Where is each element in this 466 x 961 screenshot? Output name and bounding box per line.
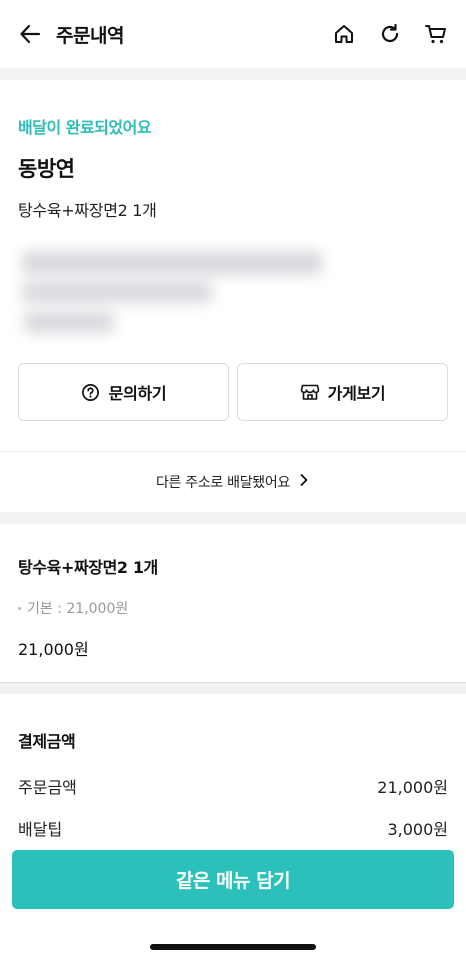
view-store-button-label: 가게보기 bbox=[327, 384, 386, 403]
menu-option-text: 기본 : 21,000원 bbox=[27, 601, 129, 617]
view-store-button[interactable]: 가게보기 bbox=[237, 363, 448, 421]
delivery-status-text: 배달이 완료되었어요 bbox=[18, 118, 152, 137]
menu-item-price: 21,000원 bbox=[18, 640, 89, 659]
header-actions bbox=[332, 22, 448, 46]
payment-row: 주문금액 21,000원 bbox=[18, 774, 448, 798]
question-circle-icon bbox=[81, 382, 101, 402]
cart-icon[interactable] bbox=[424, 22, 448, 46]
section-divider bbox=[0, 683, 466, 694]
inquiry-button[interactable]: 문의하기 bbox=[18, 363, 229, 421]
redacted-order-details bbox=[18, 245, 448, 341]
ordered-menu-section: 탕수육+짜장면2 1개 기본 : 21,000원 21,000원 bbox=[0, 524, 466, 662]
payment-row-value: 21,000원 bbox=[377, 778, 448, 797]
wrong-address-label: 다른 주소로 배달됐어요 bbox=[155, 475, 291, 491]
section-divider bbox=[0, 512, 466, 524]
refresh-icon[interactable] bbox=[378, 22, 402, 46]
order-status-section: 배달이 완료되었어요 동방연 탕수육+짜장면2 1개 bbox=[0, 80, 466, 341]
menu-item-title: 탕수육+짜장면2 1개 bbox=[18, 558, 158, 577]
store-icon bbox=[300, 382, 320, 402]
order-summary: 탕수육+짜장면2 1개 bbox=[18, 201, 157, 220]
payment-row-label: 배달팁 bbox=[18, 820, 63, 839]
action-buttons: 문의하기 가게보기 bbox=[0, 363, 466, 421]
wrong-address-link[interactable]: 다른 주소로 배달됐어요 bbox=[0, 452, 466, 512]
bullet-icon bbox=[18, 606, 21, 610]
inquiry-button-label: 문의하기 bbox=[108, 384, 167, 403]
page-title: 주문내역 bbox=[56, 24, 124, 47]
store-name: 동방연 bbox=[18, 157, 75, 181]
payment-row-label: 주문금액 bbox=[18, 778, 77, 797]
reorder-button[interactable]: 같은 메뉴 담기 bbox=[12, 850, 454, 909]
payment-title: 결제금액 bbox=[18, 732, 76, 751]
section-divider bbox=[0, 68, 466, 80]
payment-section: 결제금액 주문금액 21,000원 배달팁 3,000원 bbox=[0, 694, 466, 840]
home-icon[interactable] bbox=[332, 22, 356, 46]
home-indicator[interactable] bbox=[150, 944, 316, 950]
chevron-right-icon bbox=[298, 473, 310, 491]
payment-row: 배달팁 3,000원 bbox=[18, 816, 448, 840]
top-bar: 주문내역 bbox=[0, 0, 466, 68]
payment-row-value: 3,000원 bbox=[387, 820, 448, 839]
menu-option: 기본 : 21,000원 bbox=[18, 598, 448, 618]
back-arrow-icon[interactable] bbox=[18, 22, 42, 46]
